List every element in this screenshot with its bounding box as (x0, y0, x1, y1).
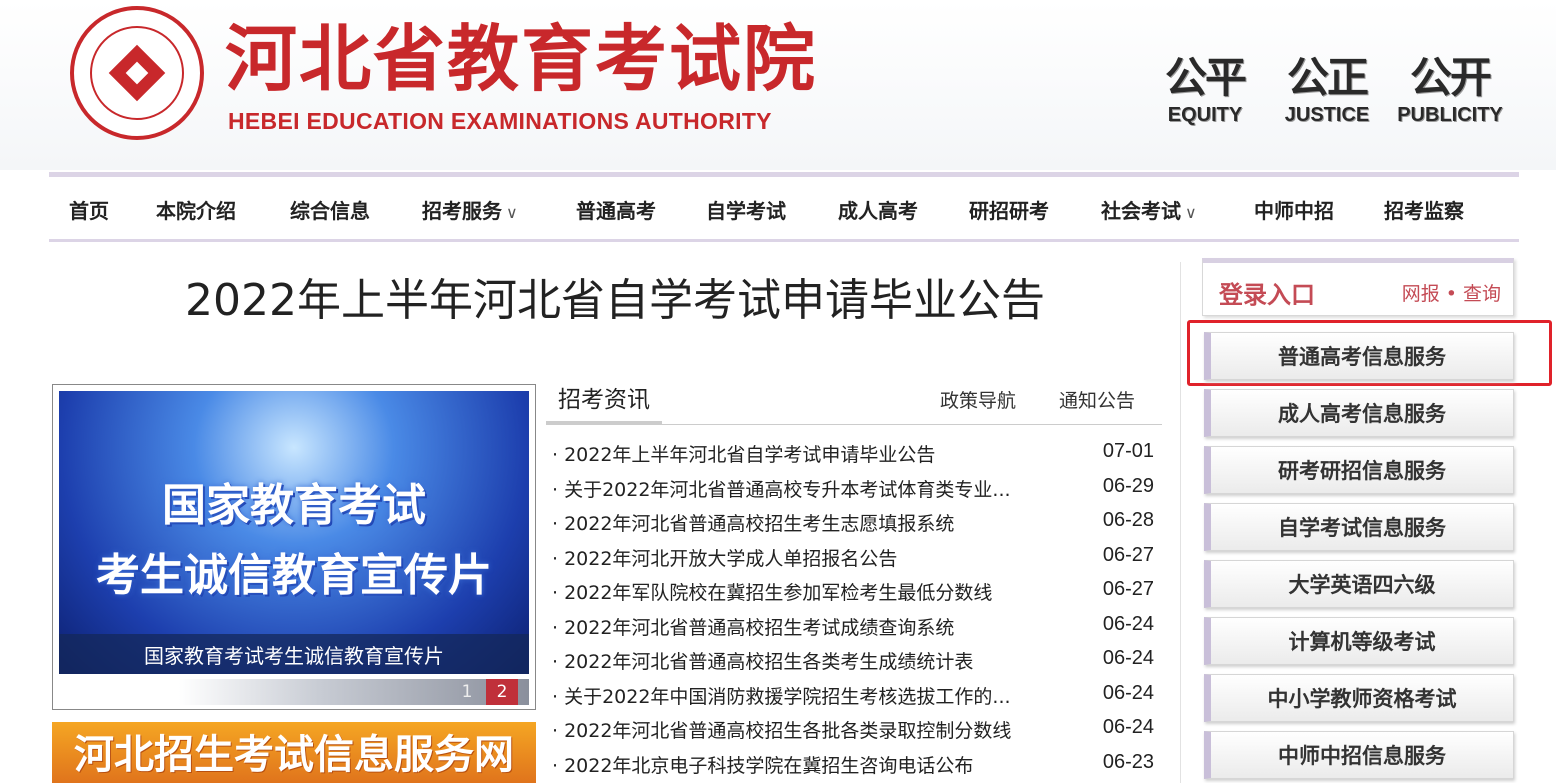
motto-cn: 公正 (1286, 53, 1369, 102)
nav-item-supervision[interactable]: 招考监察 (1384, 195, 1464, 224)
motto-equity: 公平 EQUITY (1145, 52, 1265, 126)
nav-item-admission-services[interactable]: 招考服务 ∨ (422, 195, 518, 224)
motto-en: EQUITY (1167, 104, 1243, 126)
sidebar-divider (1180, 262, 1181, 783)
news-item[interactable]: · 2022年上半年河北省自学考试申请毕业公告 07-01 (552, 438, 1162, 473)
site-title-english: HEBEI EDUCATION EXAMINATIONS AUTHORITY (228, 108, 772, 134)
service-self-study-button[interactable]: 自学考试信息服务 (1204, 503, 1514, 551)
news-date: 06-24 (1102, 647, 1154, 669)
news-title: · 关于2022年河北省普通高校专升本考试体育类专业... (552, 478, 1011, 501)
news-item[interactable]: · 2022年北京电子科技学院在冀招生咨询电话公布 06-23 (552, 749, 1162, 783)
nav-label: 自学考试 (706, 199, 786, 223)
news-title: · 2022年河北开放大学成人单招报名公告 (552, 547, 898, 570)
login-links[interactable]: 网报 • 查询 (1402, 279, 1501, 306)
news-item[interactable]: · 2022年河北省普通高校招生各类考生成绩统计表 06-24 (552, 645, 1162, 680)
service-cet-button[interactable]: 大学英语四六级 (1204, 560, 1514, 608)
news-title: · 2022年河北省普通高校招生考生志愿填报系统 (552, 513, 955, 535)
login-entry: 登录入口 网报 • 查询 (1202, 258, 1514, 316)
news-title: · 2022年河北省普通高校招生各类考生成绩统计表 (552, 651, 974, 673)
news-item[interactable]: · 关于2022年河北省普通高校专升本考试体育类专业... 06-29 (552, 473, 1162, 508)
article-title[interactable]: 2022年上半年河北省自学考试申请毕业公告 (50, 264, 1180, 328)
slide-page-2[interactable]: 2 (486, 679, 518, 705)
slideshow: 国家教育考试 考生诚信教育宣传片 国家教育考试考生诚信教育宣传片 1 2 (52, 384, 536, 710)
slide-caption[interactable]: 国家教育考试考生诚信教育宣传片 (59, 634, 529, 674)
nav-label: 首页 (69, 199, 109, 223)
slide-subheadline: 考生诚信教育宣传片 (96, 550, 492, 601)
login-title: 登录入口 (1219, 281, 1315, 309)
nav-label: 中师中招 (1254, 199, 1334, 223)
main-nav: 首页 本院介绍 综合信息 招考服务 ∨ 普通高考 自学考试 成人高考 研招研考 社… (49, 172, 1519, 242)
tab-policy[interactable]: 政策导航 (940, 386, 1016, 413)
nav-item-about[interactable]: 本院介绍 (156, 195, 236, 224)
slide-headline: 国家教育考试 (162, 480, 426, 531)
news-title: · 2022年上半年河北省自学考试申请毕业公告 (552, 444, 936, 466)
nav-item-secondary-admission[interactable]: 中师中招 (1254, 195, 1334, 224)
news-date: 07-01 (1102, 440, 1154, 462)
news-title: · 2022年北京电子科技学院在冀招生咨询电话公布 (552, 754, 974, 777)
nav-label: 本院介绍 (156, 199, 236, 223)
nav-label: 综合信息 (290, 199, 370, 223)
service-graduate-exam-button[interactable]: 研考研招信息服务 (1204, 446, 1514, 494)
chevron-down-icon: ∨ (506, 203, 518, 222)
site-header: 河北省教育考试院 HEBEI EDUCATION EXAMINATIONS AU… (0, 0, 1556, 170)
motto-en: JUSTICE (1284, 104, 1370, 126)
motto-cn: 公开 (1409, 53, 1492, 102)
nav-label: 成人高考 (838, 199, 918, 223)
motto-publicity: 公开 PUBLICITY (1390, 52, 1510, 126)
nav-item-adult-exam[interactable]: 成人高考 (838, 195, 918, 224)
news-item[interactable]: · 2022年河北开放大学成人单招报名公告 06-27 (552, 542, 1162, 577)
service-gaokao-button[interactable]: 普通高考信息服务 (1204, 332, 1514, 380)
tab-notices[interactable]: 通知公告 (1059, 386, 1135, 413)
news-item[interactable]: · 2022年河北省普通高校招生考试成绩查询系统 06-24 (552, 611, 1162, 646)
news-list: · 2022年上半年河北省自学考试申请毕业公告 07-01 · 关于2022年河北… (552, 438, 1162, 783)
nav-label: 普通高考 (576, 199, 656, 223)
nav-item-self-study-exam[interactable]: 自学考试 (706, 195, 786, 224)
chevron-down-icon: ∨ (1185, 203, 1197, 222)
motto-cn: 公平 (1164, 53, 1247, 102)
service-secondary-admission-button[interactable]: 中师中招信息服务 (1204, 731, 1514, 779)
service-adult-exam-button[interactable]: 成人高考信息服务 (1204, 389, 1514, 437)
news-date: 06-27 (1102, 543, 1154, 566)
nav-label: 研招研考 (969, 199, 1049, 223)
news-tabs: 招考资讯 政策导航 通知公告 (546, 380, 1162, 425)
nav-item-home[interactable]: 首页 (69, 195, 109, 224)
nav-item-gaokao[interactable]: 普通高考 (576, 195, 656, 224)
news-item[interactable]: · 2022年河北省普通高校招生各批各类录取控制分数线 06-24 (552, 714, 1162, 749)
news-date: 06-24 (1102, 716, 1154, 738)
news-date: 06-24 (1102, 681, 1154, 704)
news-date: 06-24 (1102, 612, 1154, 635)
site-title[interactable]: 河北省教育考试院 (225, 14, 817, 104)
news-title: · 2022年河北省普通高校招生各批各类录取控制分数线 (552, 720, 1012, 742)
news-title: · 关于2022年中国消防救援学院招生考核选拔工作的... (552, 685, 1011, 708)
slide-page-1[interactable]: 1 (451, 679, 483, 705)
nav-label: 招考服务 (422, 199, 502, 223)
nav-item-general-info[interactable]: 综合信息 (290, 195, 370, 224)
news-title: · 2022年河北省普通高校招生考试成绩查询系统 (552, 616, 955, 639)
news-date: 06-28 (1102, 509, 1154, 531)
news-item[interactable]: · 2022年军队院校在冀招生参加军检考生最低分数线 06-27 (552, 576, 1162, 611)
service-banner[interactable]: 河北招生考试信息服务网 (52, 722, 536, 783)
tab-admission-news[interactable]: 招考资讯 (546, 380, 662, 424)
nav-item-social-exams[interactable]: 社会考试 ∨ (1101, 195, 1197, 224)
slide-image[interactable]: 国家教育考试 考生诚信教育宣传片 国家教育考试考生诚信教育宣传片 (59, 391, 529, 674)
news-date: 06-29 (1102, 474, 1154, 497)
nav-item-graduate-exam[interactable]: 研招研考 (969, 195, 1049, 224)
service-teacher-cert-button[interactable]: 中小学教师资格考试 (1204, 674, 1514, 722)
news-date: 06-23 (1102, 750, 1154, 773)
news-item[interactable]: · 关于2022年中国消防救援学院招生考核选拔工作的... 06-24 (552, 680, 1162, 715)
news-item[interactable]: · 2022年河北省普通高校招生考生志愿填报系统 06-28 (552, 507, 1162, 542)
news-date: 06-27 (1102, 578, 1154, 600)
news-title: · 2022年军队院校在冀招生参加军检考生最低分数线 (552, 582, 993, 604)
service-computer-exam-button[interactable]: 计算机等级考试 (1204, 617, 1514, 665)
motto-en: PUBLICITY (1397, 104, 1503, 126)
nav-label: 招考监察 (1384, 199, 1464, 223)
authority-logo[interactable] (70, 6, 204, 140)
motto-justice: 公正 JUSTICE (1267, 52, 1387, 126)
nav-label: 社会考试 (1101, 199, 1181, 223)
